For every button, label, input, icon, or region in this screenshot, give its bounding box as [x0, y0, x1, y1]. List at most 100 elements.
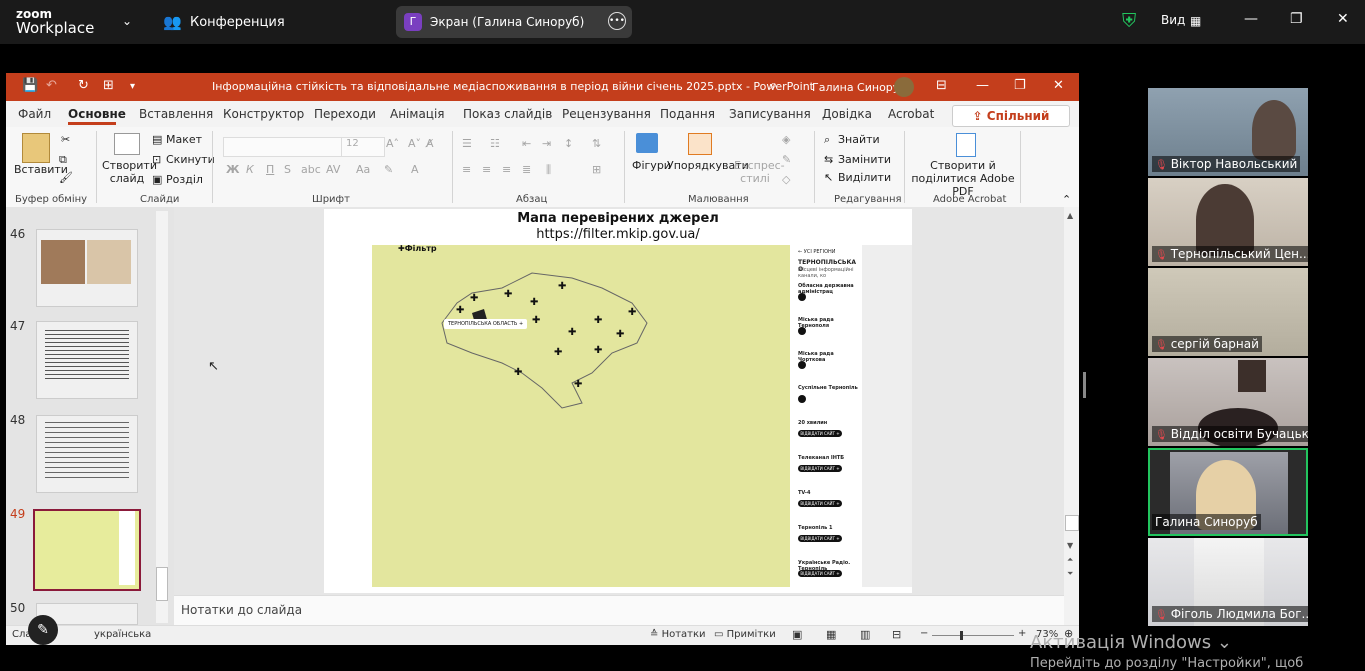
text-direction-icon[interactable]: ⇅ [592, 137, 601, 150]
slide-thumbnail[interactable] [36, 229, 138, 307]
participant-tile[interactable]: 🎙 Фіголь Людмила Бог... [1148, 538, 1308, 626]
thumbnail-scrollbar[interactable] [156, 211, 168, 623]
bullets-icon[interactable]: ☰ [462, 137, 472, 150]
shapes-button[interactable]: Фігури [632, 159, 671, 172]
scroll-up-icon[interactable]: ▲ [1067, 211, 1073, 220]
screen-share-indicator[interactable]: Г Экран (Галина Синоруб) ••• [396, 6, 632, 38]
slide-sorter-icon[interactable]: ▦ [826, 628, 836, 641]
tab-acrobat[interactable]: Acrobat [888, 107, 934, 121]
decrease-indent-icon[interactable]: ⇤ [522, 137, 531, 150]
clear-format-icon[interactable]: A̸ [426, 137, 434, 150]
line-spacing-icon[interactable]: ↕ [564, 137, 573, 150]
chevron-down-icon[interactable]: ⌄ [122, 14, 132, 28]
more-icon[interactable]: ••• [608, 12, 626, 30]
scroll-thumb[interactable] [156, 567, 168, 601]
smartart-icon[interactable]: ⊞ [592, 163, 601, 176]
justify-icon[interactable]: ≣ [522, 163, 531, 176]
customize-icon[interactable]: ▾ [130, 81, 135, 92]
people-icon[interactable]: 👥 [163, 13, 182, 31]
shape-outline-icon[interactable]: ✎ [782, 153, 791, 166]
tab-insert[interactable]: Вставлення [139, 107, 213, 121]
pdf-icon[interactable] [956, 133, 976, 157]
tab-view[interactable]: Подання [660, 107, 715, 121]
slide-thumbnails-pane[interactable]: 46 47 48 49 50 [6, 207, 174, 627]
search-icon[interactable]: ⌕ [770, 78, 777, 93]
ribbon-display-icon[interactable]: ⊟ [936, 78, 947, 93]
previous-slide-icon[interactable]: ⏶ [1067, 555, 1073, 565]
share-button[interactable]: ⇪ Спільний доступ [952, 105, 1070, 143]
close-icon[interactable]: ✕ [1337, 11, 1349, 27]
tab-transitions[interactable]: Переходи [314, 107, 376, 121]
align-right-icon[interactable]: ≡ [502, 163, 511, 176]
notes-pane[interactable]: Нотатки до слайда [174, 595, 1064, 626]
participant-tile-active[interactable]: Галина Синоруб [1148, 448, 1308, 536]
new-slide-button[interactable]: Створити слайд [102, 159, 157, 185]
participant-tile[interactable]: 🎙 Відділ освіти Бучацьк... [1148, 358, 1308, 446]
increase-indent-icon[interactable]: ⇥ [542, 137, 551, 150]
new-slide-icon[interactable] [114, 133, 140, 155]
comments-button[interactable]: ▭ Примітки [714, 629, 776, 640]
slide[interactable]: Мапа перевірених джерел https://filter.m… [324, 209, 912, 593]
present-icon[interactable]: ⊞ [103, 78, 114, 93]
replace-icon[interactable]: ⇆ [824, 153, 833, 166]
collapse-ribbon-icon[interactable]: ⌃ [1062, 193, 1071, 206]
zoom-slider-handle[interactable] [960, 631, 963, 640]
zoom-in-icon[interactable]: + [1018, 628, 1026, 639]
search-icon[interactable]: ⌕ [824, 133, 830, 147]
arrange-icon[interactable] [688, 133, 712, 155]
section-button[interactable]: Розділ [166, 173, 203, 186]
panel-resize-handle[interactable] [1083, 372, 1086, 398]
layout-icon[interactable]: ▤ [152, 133, 162, 146]
meeting-button[interactable]: Конференция [190, 15, 285, 30]
align-left-icon[interactable]: ≡ [462, 163, 471, 176]
tab-recording[interactable]: Записування [729, 107, 811, 121]
bold-icon[interactable]: Ж [226, 163, 239, 176]
section-icon[interactable]: ▣ [152, 173, 162, 186]
view-button[interactable]: Вид [1161, 13, 1185, 27]
restore-icon[interactable]: ❐ [1014, 78, 1026, 93]
save-icon[interactable]: 💾 [22, 78, 38, 93]
select-button[interactable]: Виділити [838, 171, 891, 184]
select-icon[interactable]: ↖ [824, 171, 833, 184]
zoom-out-icon[interactable]: − [920, 628, 928, 639]
slide-canvas[interactable]: Мапа перевірених джерел https://filter.m… [174, 207, 1064, 595]
avatar[interactable] [894, 77, 914, 97]
change-case-icon[interactable]: Aa [356, 163, 370, 176]
grow-font-icon[interactable]: A˄ [386, 137, 399, 150]
language-indicator[interactable]: українська [94, 629, 151, 640]
annotate-pen-icon[interactable]: ✎ [28, 615, 58, 645]
scroll-thumb[interactable] [1065, 515, 1079, 531]
slide-scrollbar[interactable]: ▲ ▼ ⏶ ⏷ [1064, 207, 1079, 627]
tab-design[interactable]: Конструктор [223, 107, 304, 121]
numbering-icon[interactable]: ☷ [490, 137, 500, 150]
participant-tile[interactable]: 🎙 сергій барнай [1148, 268, 1308, 356]
tab-help[interactable]: Довідка [822, 107, 872, 121]
shape-effects-icon[interactable]: ◇ [782, 173, 790, 186]
layout-button[interactable]: Макет [166, 133, 202, 146]
shadow-icon[interactable]: S [284, 163, 291, 176]
align-center-icon[interactable]: ≡ [482, 163, 491, 176]
italic-icon[interactable]: К [246, 163, 254, 176]
tab-slideshow[interactable]: Показ слайдів [463, 107, 552, 121]
redo-icon[interactable]: ↻ [78, 78, 89, 93]
shape-fill-icon[interactable]: ◈ [782, 133, 790, 146]
user-name[interactable]: Галина Синоруб [812, 81, 906, 94]
underline-icon[interactable]: П [266, 163, 274, 176]
normal-view-icon[interactable]: ▣ [792, 628, 802, 641]
close-icon[interactable]: ✕ [1053, 78, 1064, 93]
shield-icon[interactable]: ⛨ [1122, 11, 1140, 31]
next-slide-icon[interactable]: ⏷ [1067, 569, 1073, 579]
columns-icon[interactable]: ⫼ [546, 163, 551, 177]
undo-icon[interactable]: ↶ [46, 78, 57, 93]
tab-review[interactable]: Рецензування [562, 107, 651, 121]
participant-tile[interactable]: 🎙 Тернопільський Цен... [1148, 178, 1308, 266]
quick-styles-button[interactable]: Експрес-стилі [734, 159, 785, 185]
font-size-input[interactable]: 12 [341, 137, 385, 157]
grid-icon[interactable]: ▦ [1190, 14, 1201, 28]
reading-view-icon[interactable]: ▥ [860, 628, 870, 641]
minimize-icon[interactable]: — [1244, 11, 1258, 27]
participant-tile[interactable]: 🎙 Віктор Навольський [1148, 88, 1308, 176]
zoom-slider[interactable] [932, 631, 1014, 640]
slide-thumbnail[interactable] [36, 321, 138, 399]
tab-file[interactable]: Файл [18, 107, 51, 121]
